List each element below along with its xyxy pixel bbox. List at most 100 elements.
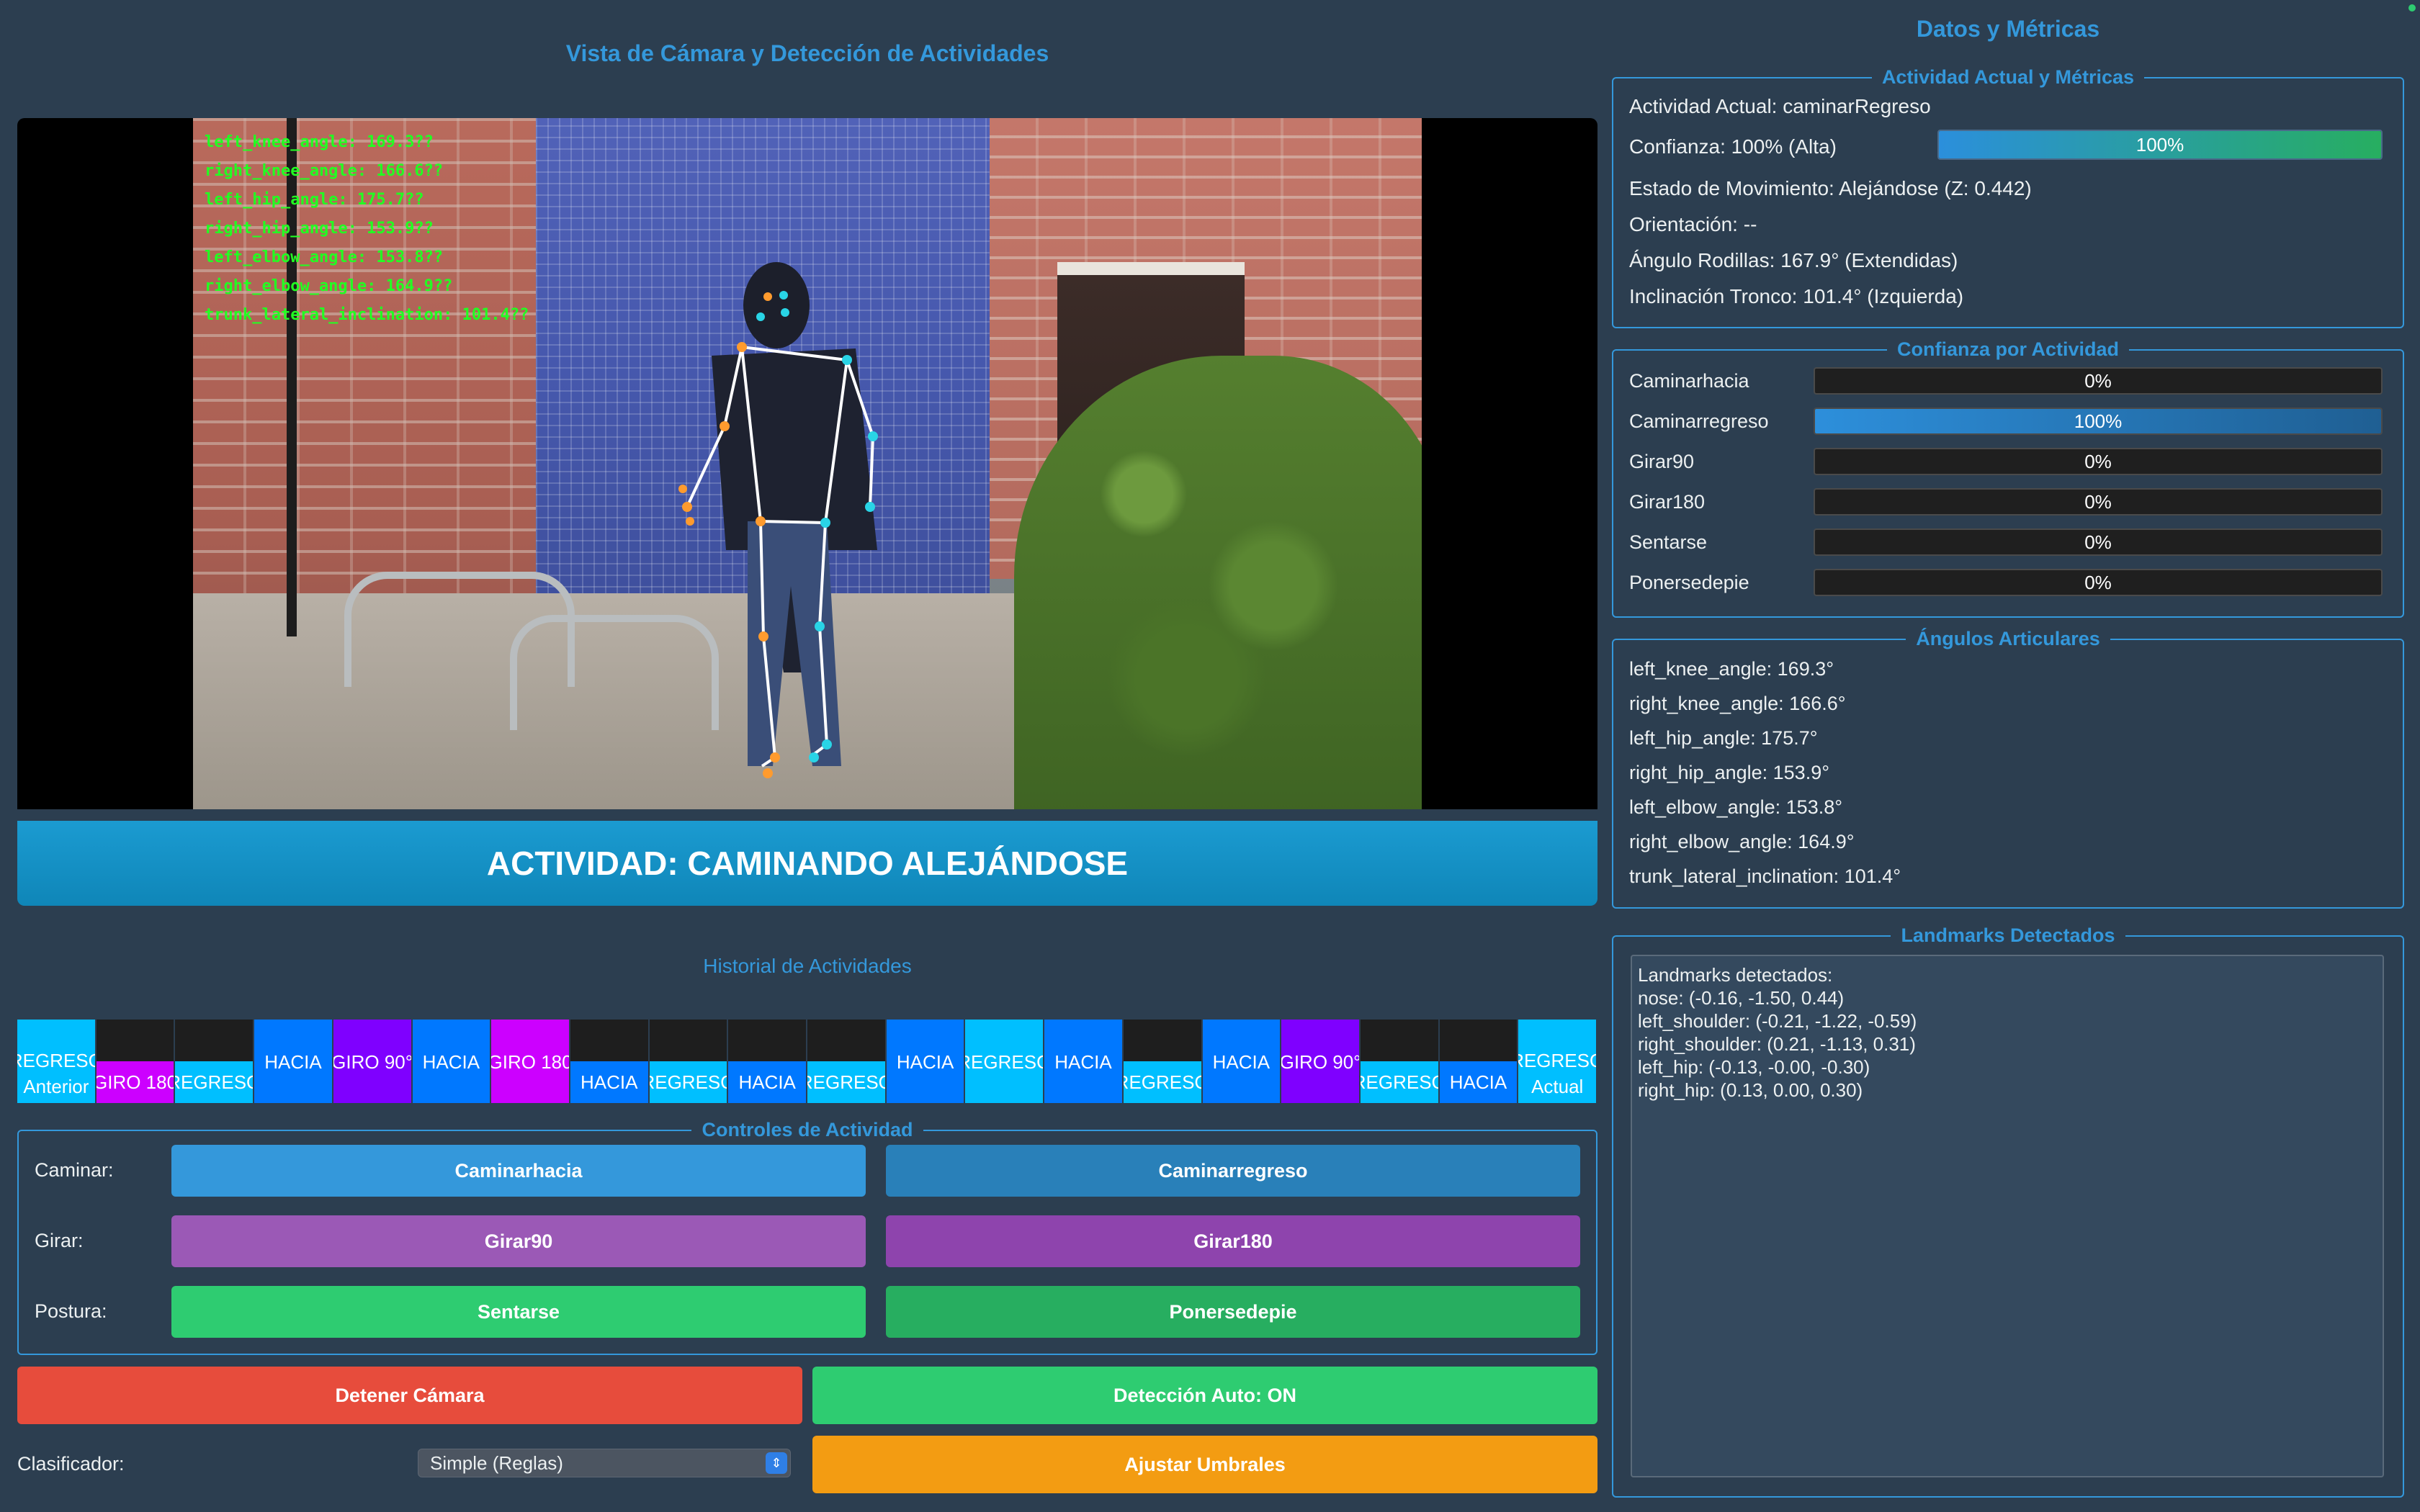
confidence-row-label: Caminarhacia: [1629, 370, 1749, 392]
history-cell: HACIA: [1439, 1020, 1519, 1103]
camera-feed: left_knee_angle: 169.3?? right_knee_angl…: [193, 118, 1422, 809]
joint-angle-line: right_elbow_angle: 164.9°: [1629, 831, 1855, 852]
sentarse-button[interactable]: Sentarse: [171, 1286, 866, 1338]
landmarks-legend: Landmarks Detectados: [1901, 924, 2115, 946]
confidence-row: Ponersedepie 0%: [1612, 569, 2404, 598]
history-cell-label: REGRESO: [965, 1051, 1043, 1073]
confidence-row-value: 100%: [2074, 410, 2123, 432]
landmark-line: Landmarks detectados:: [1638, 964, 1833, 986]
control-row-walk: Caminar: Caminarhacia Caminarregreso: [17, 1145, 1597, 1197]
history-cell-label: HACIA: [581, 1071, 638, 1093]
joint-angle-line: left_knee_angle: 169.3°: [1629, 658, 1834, 680]
history-cell-label: HACIA: [738, 1071, 796, 1093]
camera-panel-title: Vista de Cámara y Detección de Actividad…: [565, 40, 1049, 66]
auto-detect-toggle[interactable]: Detección Auto: ON: [812, 1367, 1597, 1424]
confidence-row: Sentarse 0%: [1612, 528, 2404, 557]
confidence-text: Confianza: 100% (Alta): [1629, 135, 1837, 158]
walk-label: Caminar:: [35, 1159, 114, 1181]
overlay-right-knee: right_knee_angle: 166.6??: [205, 162, 444, 180]
adjust-thresholds-button[interactable]: Ajustar Umbrales: [812, 1436, 1597, 1493]
history-cell: GIRO 180: [96, 1020, 176, 1103]
stop-camera-button[interactable]: Detener Cámara: [17, 1367, 802, 1424]
orientation-text: Orientación: --: [1629, 213, 1757, 235]
confidence-by-activity-list: Caminarhacia 0% Caminarregreso 100% Girar90 0…: [1612, 338, 2404, 618]
history-cell-label: REGRESO: [1518, 1050, 1596, 1071]
trunk-inclination-text: Inclinación Tronco: 101.4° (Izquierda): [1629, 285, 1964, 307]
confidence-row: Caminarregreso 100%: [1612, 408, 2404, 436]
turn-label: Girar:: [35, 1230, 84, 1251]
overlay-trunk-inclination: trunk_lateral_inclination: 101.4??: [205, 306, 529, 324]
history-title: Historial de Actividades: [703, 955, 912, 977]
history-cell: HACIA: [1202, 1020, 1282, 1103]
history-cell: HACIA: [570, 1020, 650, 1103]
confidence-row-value: 0%: [2084, 571, 2112, 593]
confidence-row-bar: 0%: [1814, 488, 2383, 516]
activity-banner: ACTIVIDAD: CAMINANDO ALEJÁNDOSE: [17, 821, 1597, 906]
history-cell: HACIA: [1044, 1020, 1124, 1103]
girar180-button[interactable]: Girar180: [886, 1215, 1580, 1267]
history-cell: HACIA: [728, 1020, 808, 1103]
landmark-line: nose: (-0.16, -1.50, 0.44): [1638, 987, 1845, 1009]
history-cell-label: HACIA: [1054, 1051, 1112, 1073]
history-cell: REGRESO Actual: [1518, 1020, 1598, 1103]
confidence-row-value: 0%: [2084, 369, 2112, 392]
camera-view: left_knee_angle: 169.3?? right_knee_angl…: [17, 118, 1597, 809]
confidence-row-label: Sentarse: [1629, 531, 1708, 553]
history-cell: REGRESO: [175, 1020, 255, 1103]
posture-label: Postura:: [35, 1300, 107, 1322]
activity-history-strip: REGRESOAnteriorGIRO 180REGRESOHACIAGIRO …: [17, 1020, 1598, 1103]
control-row-turn: Girar: Girar90 Girar180: [17, 1215, 1597, 1267]
metrics-content: Actividad Actual: caminarRegreso Confian…: [1612, 66, 2404, 328]
classifier-select-value: Simple (Reglas): [430, 1452, 563, 1474]
joint-angle-line: right_knee_angle: 166.6°: [1629, 693, 1846, 714]
history-cell-label: REGRESO: [17, 1050, 95, 1071]
joint-angle-line: trunk_lateral_inclination: 101.4°: [1629, 865, 1901, 887]
history-cell-label: GIRO 180: [96, 1071, 176, 1093]
history-cell: HACIA: [412, 1020, 492, 1103]
confidence-row-label: Girar90: [1629, 451, 1695, 472]
confidence-row-bar: 100%: [1814, 408, 2383, 435]
confidence-row: Girar180 0%: [1612, 488, 2404, 517]
confidence-row-bar: 0%: [1814, 367, 2383, 395]
confidence-row-label: Ponersedepie: [1629, 572, 1749, 593]
history-cell: GIRO 90°: [1281, 1020, 1361, 1103]
history-cell-label: GIRO 90°: [1281, 1051, 1361, 1073]
history-cell: REGRESO: [807, 1020, 887, 1103]
caminarhacia-button[interactable]: Caminarhacia: [171, 1145, 866, 1197]
caminarregreso-button[interactable]: Caminarregreso: [886, 1145, 1580, 1197]
landmarks-textarea[interactable]: Landmarks detectados: nose: (-0.16, -1.50…: [1631, 955, 2384, 1477]
history-cell: HACIA: [254, 1020, 333, 1103]
status-indicator: [2408, 4, 2416, 12]
landmark-line: left_hip: (-0.13, -0.00, -0.30): [1638, 1056, 1870, 1078]
history-cell: GIRO 90°: [333, 1020, 413, 1103]
overlay-left-hip: left_hip_angle: 175.7??: [205, 191, 424, 209]
confidence-row-value: 0%: [2084, 490, 2112, 513]
history-cell: REGRESO: [965, 1020, 1045, 1103]
knee-angle-text: Ángulo Rodillas: 167.9° (Extendidas): [1629, 249, 1958, 271]
history-cell-label: HACIA: [896, 1051, 954, 1073]
history-cell: REGRESO: [1360, 1020, 1440, 1103]
overlay-left-elbow: left_elbow_angle: 153.8??: [205, 248, 444, 266]
history-cell-label: REGRESO: [650, 1071, 727, 1093]
confidence-row-value: 0%: [2084, 531, 2112, 553]
confidence-row-value: 0%: [2084, 450, 2112, 472]
history-cell-label: Anterior: [23, 1076, 89, 1097]
ponersedepie-button[interactable]: Ponersedepie: [886, 1286, 1580, 1338]
joint-angles-list: left_knee_angle: 169.3° right_knee_angle:…: [1612, 628, 2404, 909]
history-cell-label: HACIA: [264, 1051, 322, 1073]
history-cell-label: Actual: [1531, 1076, 1584, 1097]
movement-state-text: Estado de Movimiento: Alejándose (Z: 0.4…: [1629, 177, 2032, 199]
control-row-posture: Postura: Sentarse Ponersedepie: [17, 1286, 1597, 1338]
girar90-button[interactable]: Girar90: [171, 1215, 866, 1267]
activity-controls-legend: Controles de Actividad: [702, 1119, 913, 1140]
landmark-line: right_shoulder: (0.21, -1.13, 0.31): [1638, 1033, 1916, 1055]
history-cell: HACIA: [886, 1020, 966, 1103]
data-panel-title: Datos y Métricas: [1916, 16, 2100, 42]
current-activity-text: Actividad Actual: caminarRegreso: [1629, 95, 1931, 117]
overlay-right-hip: right_hip_angle: 153.9??: [205, 220, 434, 238]
app-window: Vista de Cámara y Detección de Actividad…: [0, 0, 2420, 1512]
overlay-left-knee: left_knee_angle: 169.3??: [205, 133, 434, 151]
confidence-progress-bar: 100%: [1937, 130, 2383, 160]
history-cell-label: GIRO 180: [491, 1051, 570, 1073]
classifier-select[interactable]: Simple (Reglas) ⇕: [418, 1449, 791, 1477]
